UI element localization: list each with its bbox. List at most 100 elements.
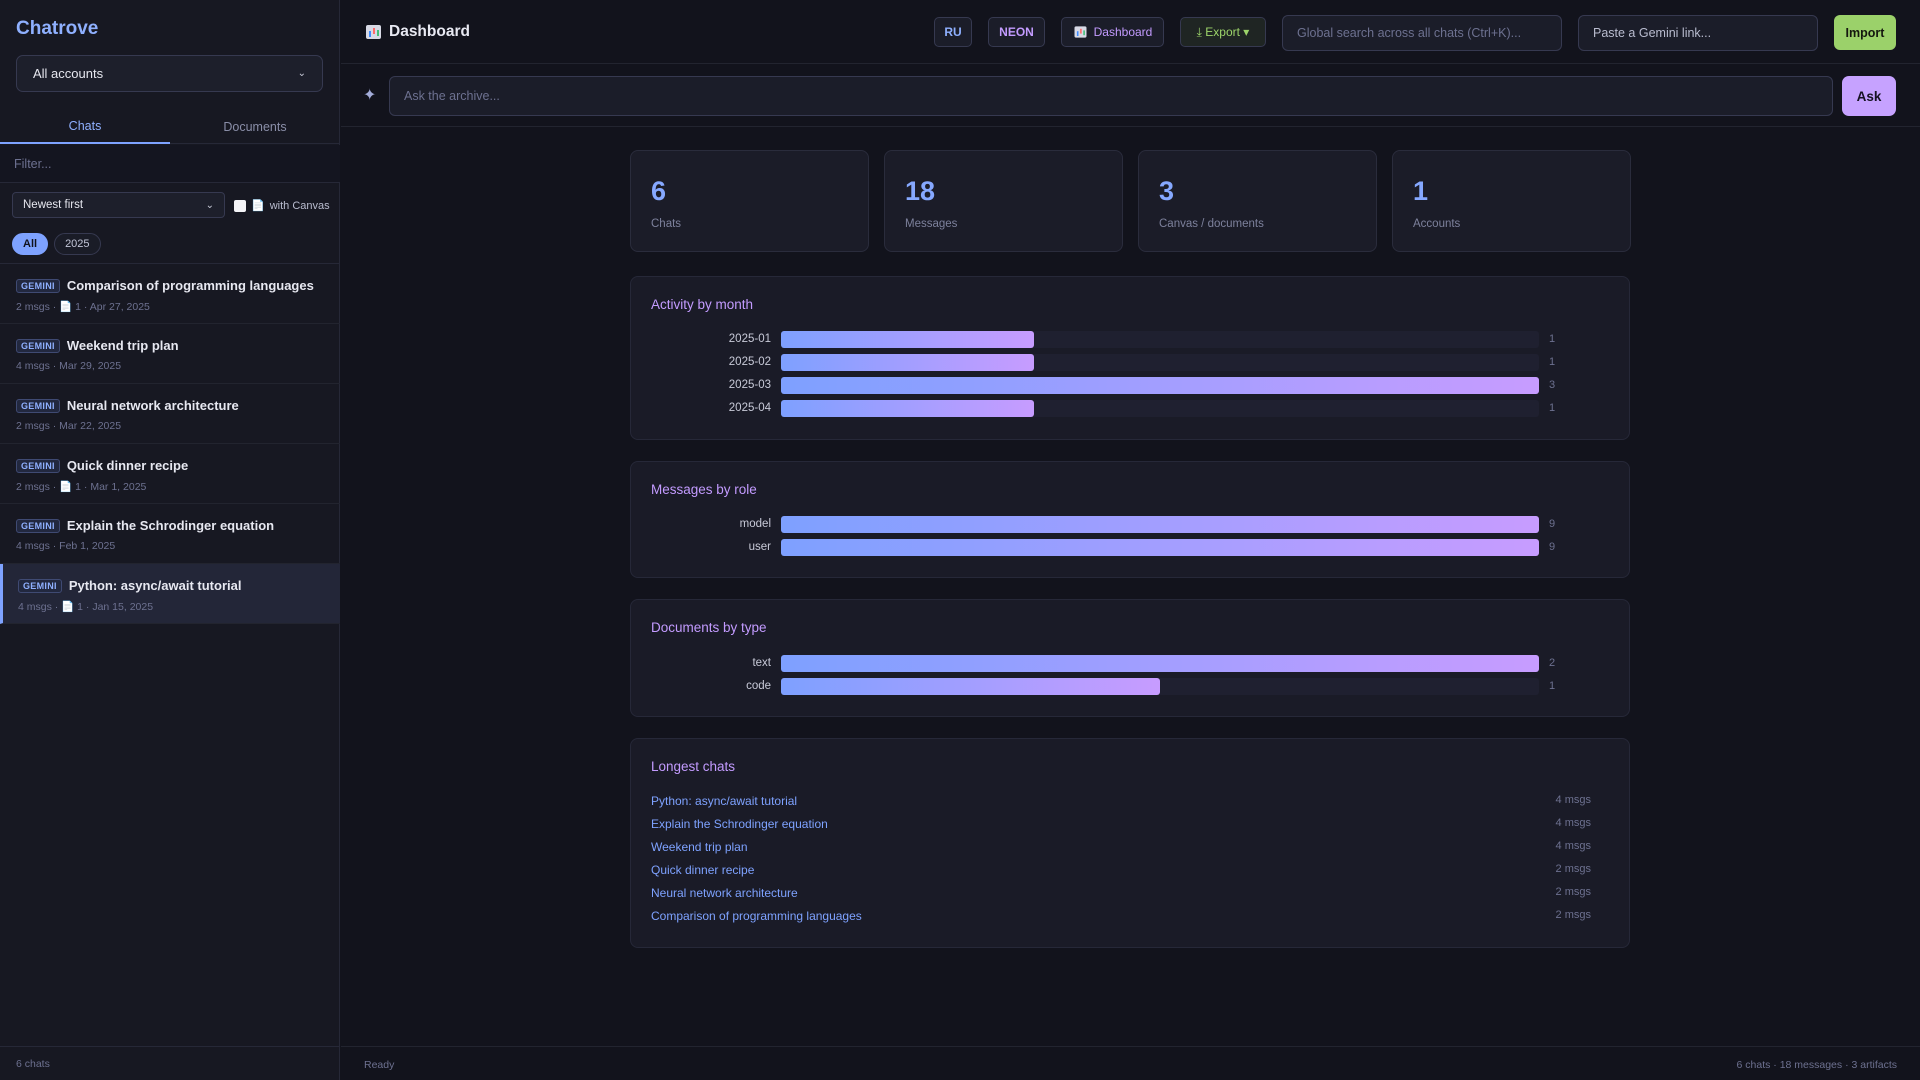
gemini-link-placeholder: Paste a Gemini link... bbox=[1593, 26, 1712, 40]
source-badge: GEMINI bbox=[16, 398, 60, 413]
sort-select[interactable]: Newest first ⌄ bbox=[12, 192, 225, 218]
bar-chart-icon bbox=[366, 25, 381, 39]
chat-meta: 2 msgs · 📄 1 · Mar 1, 2025 bbox=[16, 481, 147, 493]
bar-fill bbox=[781, 400, 1034, 417]
bar-track bbox=[781, 377, 1539, 394]
theme-button[interactable]: NEON bbox=[988, 17, 1045, 47]
chat-list-item[interactable]: GEMINI Quick dinner recipe 2 msgs · 📄 1 … bbox=[0, 444, 340, 504]
stat-label: Chats bbox=[651, 218, 682, 230]
bar-label: model bbox=[739, 518, 771, 530]
bar-fill bbox=[781, 539, 1539, 556]
stat-card-documents: 3 Canvas / documents bbox=[1138, 150, 1377, 252]
source-badge: GEMINI bbox=[16, 458, 60, 473]
language-button[interactable]: RU bbox=[934, 17, 972, 47]
stat-label: Accounts bbox=[1413, 218, 1461, 230]
bar-row: user 9 bbox=[631, 539, 1631, 557]
longest-chat-row: Explain the Schrodinger equation 4 msgs bbox=[651, 817, 1591, 835]
chat-meta: 4 msgs · Feb 1, 2025 bbox=[16, 540, 116, 552]
document-icon: 📄 bbox=[251, 200, 265, 212]
bar-track bbox=[781, 354, 1539, 371]
export-button[interactable]: ⤓ Export ▾ bbox=[1180, 17, 1266, 47]
year-chip-2025[interactable]: 2025 bbox=[54, 233, 101, 255]
stat-label: Messages bbox=[905, 218, 958, 230]
bar-label: code bbox=[746, 680, 771, 692]
bar-track bbox=[781, 400, 1539, 417]
bar-count: 1 bbox=[1549, 356, 1556, 368]
chat-title: Weekend trip plan bbox=[66, 338, 179, 353]
bar-count: 9 bbox=[1549, 518, 1556, 530]
bar-row: 2025-04 1 bbox=[631, 400, 1631, 418]
export-button-label: ⤓ Export ▾ bbox=[1196, 24, 1250, 39]
longest-chat-count: 4 msgs bbox=[1555, 794, 1591, 806]
panel-title: Activity by month bbox=[651, 297, 754, 312]
longest-chat-count: 4 msgs bbox=[1555, 840, 1591, 852]
canvas-filter-checkbox[interactable] bbox=[234, 199, 246, 212]
longest-chat-row: Neural network architecture 2 msgs bbox=[651, 886, 1591, 904]
bar-label: text bbox=[752, 657, 771, 669]
chat-filter-input[interactable]: Filter... bbox=[0, 145, 340, 183]
status-text: Ready bbox=[364, 1059, 395, 1071]
status-summary: 6 chats · 18 messages · 3 artifacts bbox=[1736, 1059, 1897, 1071]
bar-count: 1 bbox=[1549, 333, 1556, 345]
ask-archive-input[interactable]: Ask the archive... bbox=[389, 76, 1833, 116]
panel-title: Documents by type bbox=[651, 620, 767, 635]
tab-documents[interactable]: Documents bbox=[170, 110, 340, 144]
chat-list-item[interactable]: GEMINI Comparison of programming languag… bbox=[0, 264, 340, 324]
chat-list-item[interactable]: GEMINI Explain the Schrodinger equation … bbox=[0, 504, 340, 564]
ask-bar: ✦ Ask the archive... Ask bbox=[341, 65, 1920, 127]
ask-button[interactable]: Ask bbox=[1842, 76, 1896, 116]
app-brand: Chatrove bbox=[16, 18, 99, 39]
longest-chat-count: 4 msgs bbox=[1555, 817, 1591, 829]
bar-label: 2025-02 bbox=[728, 356, 771, 368]
bar-track bbox=[781, 539, 1539, 556]
bar-track bbox=[781, 678, 1539, 695]
bar-count: 1 bbox=[1549, 402, 1556, 414]
bar-chart-icon bbox=[1074, 26, 1087, 38]
source-badge: GEMINI bbox=[16, 518, 60, 533]
bar-fill bbox=[781, 655, 1539, 672]
bar-count: 3 bbox=[1549, 379, 1556, 391]
longest-chat-link[interactable]: Comparison of programming languages bbox=[651, 909, 862, 927]
source-badge: GEMINI bbox=[16, 278, 60, 293]
longest-chat-count: 2 msgs bbox=[1555, 863, 1591, 875]
global-search-input[interactable]: Global search across all chats (Ctrl+K).… bbox=[1282, 15, 1562, 51]
longest-chat-link[interactable]: Weekend trip plan bbox=[651, 840, 748, 858]
topbar: Dashboard RU NEON Dashboard ⤓ Export ▾ G… bbox=[341, 0, 1920, 64]
sidebar: Chatrove All accounts ⌄ Chats Documents … bbox=[0, 0, 340, 1080]
bar-fill bbox=[781, 377, 1539, 394]
activity-by-month-panel: Activity by month 2025-01 1 2025-02 1 20… bbox=[630, 276, 1630, 440]
longest-chat-count: 2 msgs bbox=[1555, 909, 1591, 921]
chat-list: GEMINI Comparison of programming languag… bbox=[0, 263, 340, 624]
bar-row: 2025-02 1 bbox=[631, 354, 1631, 372]
dashboard-button-label: Dashboard bbox=[1093, 25, 1153, 39]
import-button[interactable]: Import bbox=[1834, 15, 1896, 50]
source-badge: GEMINI bbox=[16, 338, 60, 353]
stat-value: 3 bbox=[1159, 176, 1175, 206]
gemini-link-input[interactable]: Paste a Gemini link... bbox=[1578, 15, 1818, 51]
ask-archive-placeholder: Ask the archive... bbox=[404, 89, 500, 103]
account-select[interactable]: All accounts ⌄ bbox=[16, 55, 323, 92]
documents-by-type-panel: Documents by type text 2 code 1 bbox=[630, 599, 1630, 717]
year-chip-all[interactable]: All bbox=[12, 233, 49, 255]
bar-count: 9 bbox=[1549, 541, 1556, 553]
chat-list-item[interactable]: GEMINI Weekend trip plan 4 msgs · Mar 29… bbox=[0, 324, 340, 384]
bar-row: model 9 bbox=[631, 516, 1631, 534]
chat-list-item[interactable]: GEMINI Neural network architecture 2 msg… bbox=[0, 384, 340, 444]
dashboard-button[interactable]: Dashboard bbox=[1061, 17, 1164, 47]
stat-card-chats: 6 Chats bbox=[630, 150, 869, 252]
tab-chats[interactable]: Chats bbox=[0, 110, 170, 144]
longest-chat-link[interactable]: Quick dinner recipe bbox=[651, 863, 754, 881]
longest-chat-row: Python: async/await tutorial 4 msgs bbox=[651, 794, 1591, 812]
page-title: Dashboard bbox=[366, 23, 470, 41]
chat-list-item-selected[interactable]: GEMINI Python: async/await tutorial 4 ms… bbox=[0, 564, 340, 624]
bar-label: 2025-04 bbox=[728, 402, 771, 414]
bar-track bbox=[781, 655, 1539, 672]
bar-label: user bbox=[748, 541, 771, 553]
longest-chat-link[interactable]: Python: async/await tutorial bbox=[651, 794, 797, 812]
stat-value: 6 bbox=[651, 176, 667, 206]
longest-chat-link[interactable]: Explain the Schrodinger equation bbox=[651, 817, 828, 835]
bar-track bbox=[781, 516, 1539, 533]
stat-value: 1 bbox=[1413, 176, 1429, 206]
longest-chat-link[interactable]: Neural network architecture bbox=[651, 886, 798, 904]
canvas-filter[interactable]: 📄 with Canvas bbox=[234, 199, 330, 212]
